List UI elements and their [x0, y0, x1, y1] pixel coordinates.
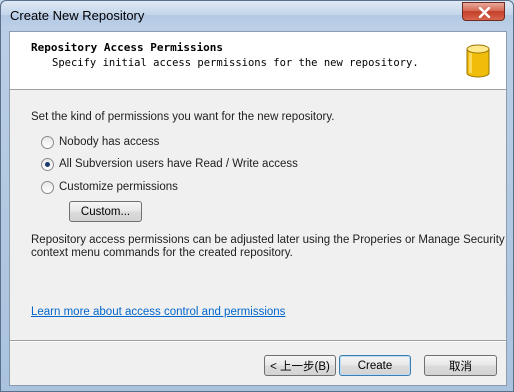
permissions-prompt: Set the kind of permissions you want for… [31, 111, 335, 123]
option-all-users[interactable]: All Subversion users have Read / Write a… [41, 156, 298, 172]
database-icon [466, 44, 490, 78]
cancel-button[interactable]: 取消 [424, 355, 497, 376]
option-customize-label: Customize permissions [59, 181, 178, 193]
title-bar[interactable]: Create New Repository [1, 1, 513, 29]
note-line-2: context menu commands for the created re… [31, 247, 293, 259]
back-button[interactable]: < 上一步(B) [264, 355, 336, 376]
close-icon [478, 7, 491, 18]
dialog-window: Create New Repository Repository Access … [0, 0, 514, 392]
learn-more-link[interactable]: Learn more about access control and perm… [31, 306, 285, 318]
header-title: Repository Access Permissions [31, 41, 224, 54]
option-nobody-label: Nobody has access [59, 136, 160, 148]
radio-all-users[interactable] [41, 157, 54, 171]
custom-button[interactable]: Custom... [69, 201, 142, 222]
radio-customize[interactable] [41, 180, 54, 194]
option-all-users-label: All Subversion users have Read / Write a… [59, 158, 298, 170]
create-button[interactable]: Create [339, 355, 411, 376]
header-subtitle: Specify initial access permissions for t… [52, 57, 419, 69]
option-nobody[interactable]: Nobody has access [41, 134, 159, 150]
footer-separator [10, 340, 506, 342]
dialog-content: Repository Access Permissions Specify in… [9, 31, 507, 386]
window-title: Create New Repository [10, 8, 145, 23]
radio-nobody[interactable] [41, 135, 54, 149]
close-button[interactable] [462, 2, 505, 21]
note-line-1: Repository access permissions can be adj… [31, 234, 505, 246]
option-customize[interactable]: Customize permissions [41, 179, 178, 195]
wizard-header: Repository Access Permissions Specify in… [10, 32, 506, 90]
